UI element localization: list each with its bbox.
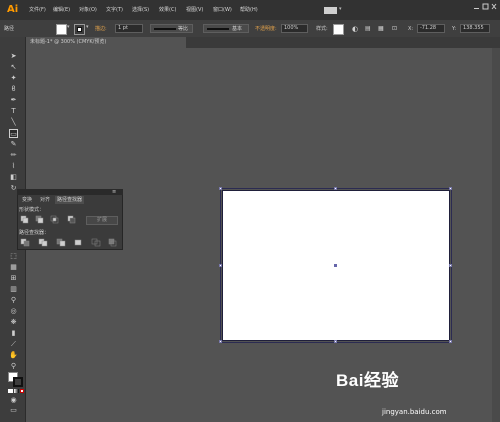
- stroke-dropdown-icon[interactable]: ▾: [86, 24, 89, 30]
- window-controls[interactable]: [473, 3, 497, 11]
- menu-type[interactable]: 文字(T): [106, 6, 123, 15]
- center-point: [334, 264, 337, 267]
- stroke-swatch[interactable]: [74, 24, 85, 35]
- pen-tool-icon[interactable]: ✒: [9, 96, 18, 105]
- menu-effect[interactable]: 效果(C): [159, 6, 176, 15]
- resize-handle-nw[interactable]: [219, 187, 222, 190]
- chevron-down-icon[interactable]: ▾: [339, 6, 342, 12]
- screen-mode-icon[interactable]: ▭: [9, 406, 18, 415]
- eraser-tool-icon[interactable]: ◧: [9, 173, 18, 182]
- stroke-color-icon[interactable]: [13, 377, 23, 387]
- resize-handle-w[interactable]: [219, 264, 222, 267]
- x-label: X:: [408, 26, 414, 32]
- none-mode-icon[interactable]: [20, 389, 24, 393]
- recolor-icon[interactable]: ◐: [352, 25, 358, 33]
- direct-selection-tool-icon[interactable]: ↖: [9, 63, 18, 72]
- resize-handle-n[interactable]: [334, 187, 337, 190]
- window-buttons-icon[interactable]: [473, 3, 497, 11]
- fill-swatch[interactable]: [56, 24, 67, 35]
- symbol-sprayer-tool-icon[interactable]: ❋: [9, 318, 18, 327]
- menu-edit[interactable]: 编辑(E): [53, 6, 70, 15]
- workspace-mode-icon[interactable]: [324, 7, 337, 14]
- drawing-mode-icon[interactable]: ◉: [9, 396, 18, 405]
- resize-handle-s[interactable]: [334, 340, 337, 343]
- paintbrush-tool-icon[interactable]: ✎: [9, 140, 18, 149]
- lasso-tool-icon[interactable]: ϐ: [9, 85, 18, 94]
- isolate-icon[interactable]: ⊡: [392, 25, 397, 33]
- resize-handle-se[interactable]: [449, 340, 452, 343]
- menu-window[interactable]: 窗口(W): [213, 6, 232, 15]
- pathfinder-buttons[interactable]: [20, 238, 118, 248]
- shape-builder-tool-icon[interactable]: ⬚: [9, 252, 18, 261]
- shape-mode-buttons[interactable]: [20, 215, 82, 225]
- eyedropper-tool-icon[interactable]: ⚲: [9, 296, 18, 305]
- perspective-grid-tool-icon[interactable]: ▦: [9, 263, 18, 272]
- shape-modes-label: 形状模式：: [19, 207, 45, 213]
- gradient-tool-icon[interactable]: ▥: [9, 285, 18, 294]
- brush-label: 基本: [232, 26, 243, 32]
- graph-tool-icon[interactable]: ▮: [9, 329, 18, 338]
- selection-tool-icon[interactable]: ➤: [9, 52, 18, 61]
- document-tab[interactable]: 未标题-1* @ 300% (CMYK/预览): [26, 37, 186, 48]
- slice-tool-icon[interactable]: ⟋: [9, 340, 18, 349]
- mesh-tool-icon[interactable]: ⊞: [9, 274, 18, 283]
- align-icon[interactable]: ▤: [365, 25, 371, 33]
- style-label: 样式:: [316, 26, 328, 32]
- object-type-label: 路径: [4, 26, 15, 32]
- gradient-mode-icon[interactable]: [14, 389, 19, 393]
- watermark-logo: Bai经验: [336, 371, 399, 390]
- tab-pathfinder[interactable]: 路径查找器: [55, 196, 85, 204]
- blob-brush-tool-icon[interactable]: ⌇: [9, 162, 18, 171]
- expand-button[interactable]: 扩展: [86, 216, 118, 225]
- hand-tool-icon[interactable]: ✋: [9, 351, 18, 360]
- scrollbar[interactable]: [492, 48, 500, 422]
- graphic-style-swatch[interactable]: [333, 24, 344, 35]
- tab-align[interactable]: 对齐: [38, 196, 52, 204]
- menu-view[interactable]: 视图(V): [186, 6, 203, 15]
- magic-wand-tool-icon[interactable]: ✦: [9, 74, 18, 83]
- panel-header[interactable]: [17, 189, 123, 195]
- opacity-field[interactable]: 100%: [281, 24, 308, 33]
- stroke-label[interactable]: 描边:: [95, 25, 107, 33]
- app-logo: Ai: [7, 4, 19, 15]
- watermark-url: jingyan.baidu.com: [382, 408, 447, 416]
- stroke-weight-field[interactable]: 1 pt: [115, 24, 143, 33]
- resize-handle-sw[interactable]: [219, 340, 222, 343]
- color-mode-icon[interactable]: [8, 389, 13, 393]
- tab-transform[interactable]: 变换: [20, 196, 34, 204]
- rectangle-tool-icon[interactable]: ▭: [9, 129, 18, 138]
- menu-file[interactable]: 文件(F): [29, 6, 46, 15]
- profile-label: 等比: [178, 26, 189, 32]
- menu-select[interactable]: 选择(S): [132, 6, 149, 15]
- line-tool-icon[interactable]: ╲: [9, 118, 18, 127]
- y-label: Y:: [452, 26, 457, 32]
- zoom-tool-icon[interactable]: ⚲: [9, 362, 18, 371]
- x-field[interactable]: -71.28: [417, 24, 445, 33]
- fill-dropdown-icon[interactable]: ▾: [67, 24, 70, 30]
- resize-handle-ne[interactable]: [449, 187, 452, 190]
- menu-help[interactable]: 帮助(H): [240, 6, 258, 15]
- y-field[interactable]: 138.355: [460, 24, 490, 33]
- menu-object[interactable]: 对象(O): [79, 6, 97, 15]
- resize-handle-e[interactable]: [449, 264, 452, 267]
- pencil-tool-icon[interactable]: ✏: [9, 151, 18, 160]
- transform-icon[interactable]: ▦: [378, 25, 384, 33]
- panel-menu-icon[interactable]: ≡: [112, 189, 116, 195]
- opacity-label[interactable]: 不透明度:: [255, 25, 277, 33]
- type-tool-icon[interactable]: T: [9, 107, 18, 116]
- blend-tool-icon[interactable]: ◎: [9, 307, 18, 316]
- pathfinders-label: 路径查找器：: [19, 230, 50, 236]
- brush-definition[interactable]: [203, 24, 249, 33]
